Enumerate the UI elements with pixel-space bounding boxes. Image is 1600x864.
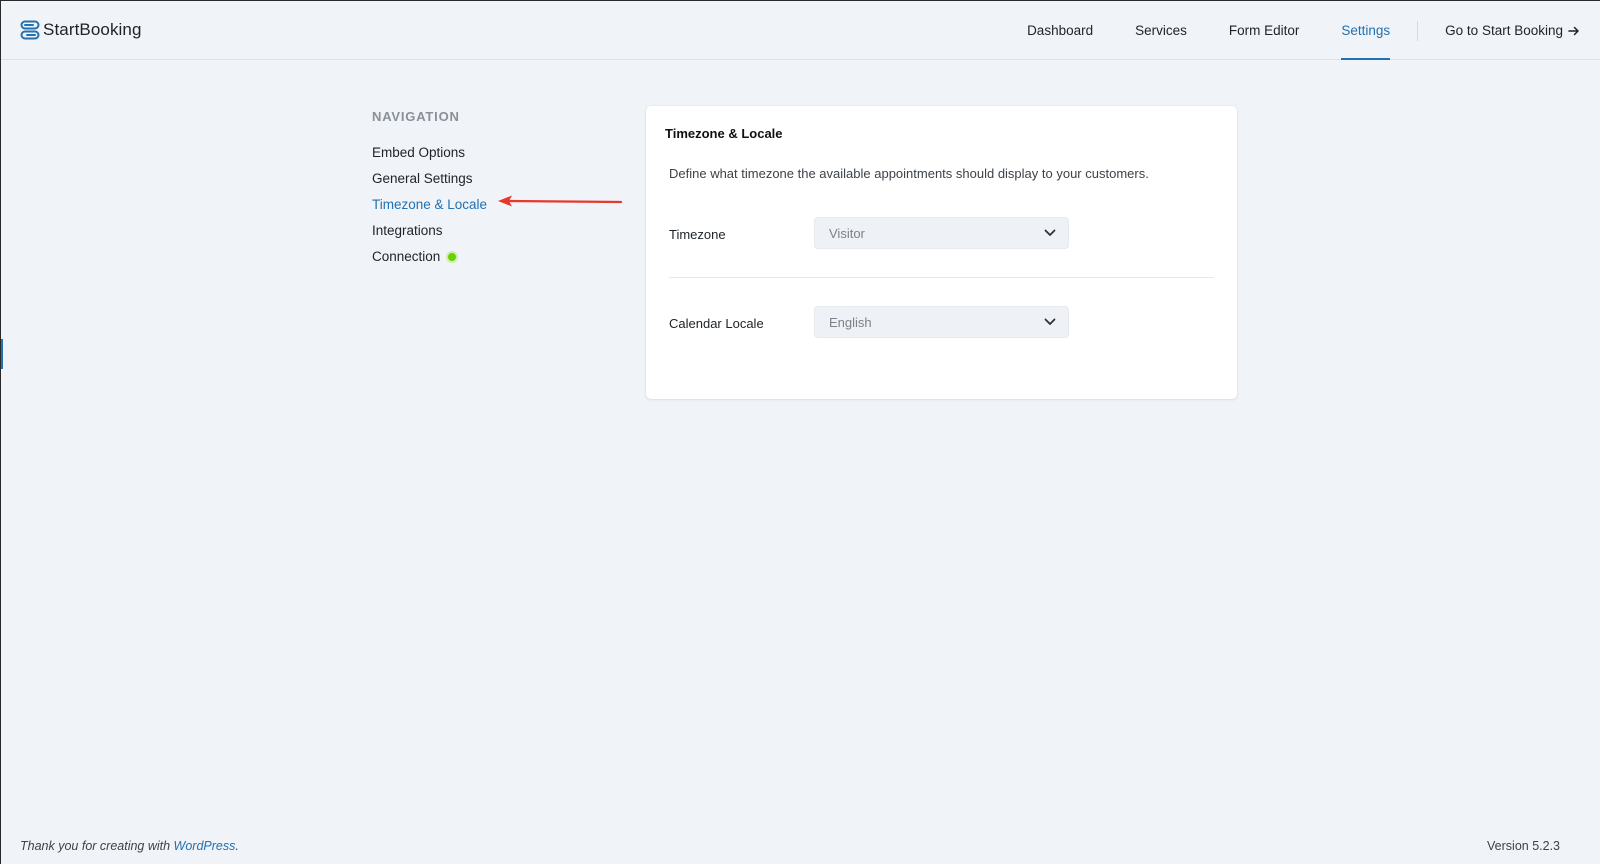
wordpress-link[interactable]: WordPress	[174, 839, 236, 853]
nav-form-editor[interactable]: Form Editor	[1229, 1, 1300, 60]
timezone-locale-card: Timezone & Locale Define what timezone t…	[646, 106, 1237, 399]
footer-thanks: Thank you for creating with WordPress.	[20, 839, 239, 853]
timezone-select-value: Visitor	[829, 225, 865, 241]
chevron-down-icon	[1044, 229, 1056, 236]
go-to-start-booking-link[interactable]: Go to Start Booking	[1445, 23, 1580, 38]
footer-thanks-suffix: .	[235, 839, 239, 853]
brand-name: StartBooking	[43, 20, 142, 39]
footer-version: Version 5.2.3	[1487, 839, 1560, 853]
main-nav: Dashboard Services Form Editor Settings …	[985, 1, 1580, 60]
go-to-start-booking-label: Go to Start Booking	[1445, 23, 1563, 38]
red-arrow-icon	[498, 195, 623, 207]
sidebar-item-label: Embed Options	[372, 145, 466, 160]
sidebar-item-label: Connection	[372, 249, 441, 264]
footer-thanks-prefix: Thank you for creating with	[20, 839, 174, 853]
calendar-locale-label: Calendar Locale	[669, 316, 764, 331]
sidebar-item-general-settings[interactable]: General Settings	[372, 166, 612, 192]
nav-services[interactable]: Services	[1135, 1, 1187, 60]
sidebar-item-embed-options[interactable]: Embed Options	[372, 140, 612, 166]
settings-navigation: NAVIGATION Embed Options General Setting…	[372, 109, 612, 270]
sidebar-item-integrations[interactable]: Integrations	[372, 218, 612, 244]
card-title: Timezone & Locale	[665, 126, 783, 141]
navigation-heading: NAVIGATION	[372, 109, 460, 124]
card-divider	[669, 277, 1214, 278]
timezone-select[interactable]: Visitor	[814, 217, 1069, 249]
nav-divider	[1417, 20, 1419, 41]
sidebar-item-connection[interactable]: Connection	[372, 244, 612, 270]
top-bar: StartBooking Dashboard Services Form Edi…	[1, 1, 1600, 60]
calendar-locale-select[interactable]: English	[814, 306, 1069, 338]
sidebar-item-label: Integrations	[372, 223, 443, 238]
brand-logo[interactable]: StartBooking	[20, 20, 142, 40]
timezone-label: Timezone	[669, 227, 726, 242]
arrow-right-icon	[1568, 26, 1579, 35]
sidebar-item-label: General Settings	[372, 171, 473, 186]
calendar-locale-select-value: English	[829, 314, 872, 330]
sidebar-item-label: Timezone & Locale	[372, 197, 488, 212]
left-edge-marker	[1, 339, 3, 369]
connection-status-dot	[448, 253, 457, 261]
card-description: Define what timezone the available appoi…	[669, 166, 1149, 181]
nav-dashboard[interactable]: Dashboard	[1027, 1, 1093, 60]
startbooking-logo-icon	[20, 20, 40, 40]
nav-settings[interactable]: Settings	[1341, 1, 1391, 60]
chevron-down-icon	[1044, 318, 1056, 325]
